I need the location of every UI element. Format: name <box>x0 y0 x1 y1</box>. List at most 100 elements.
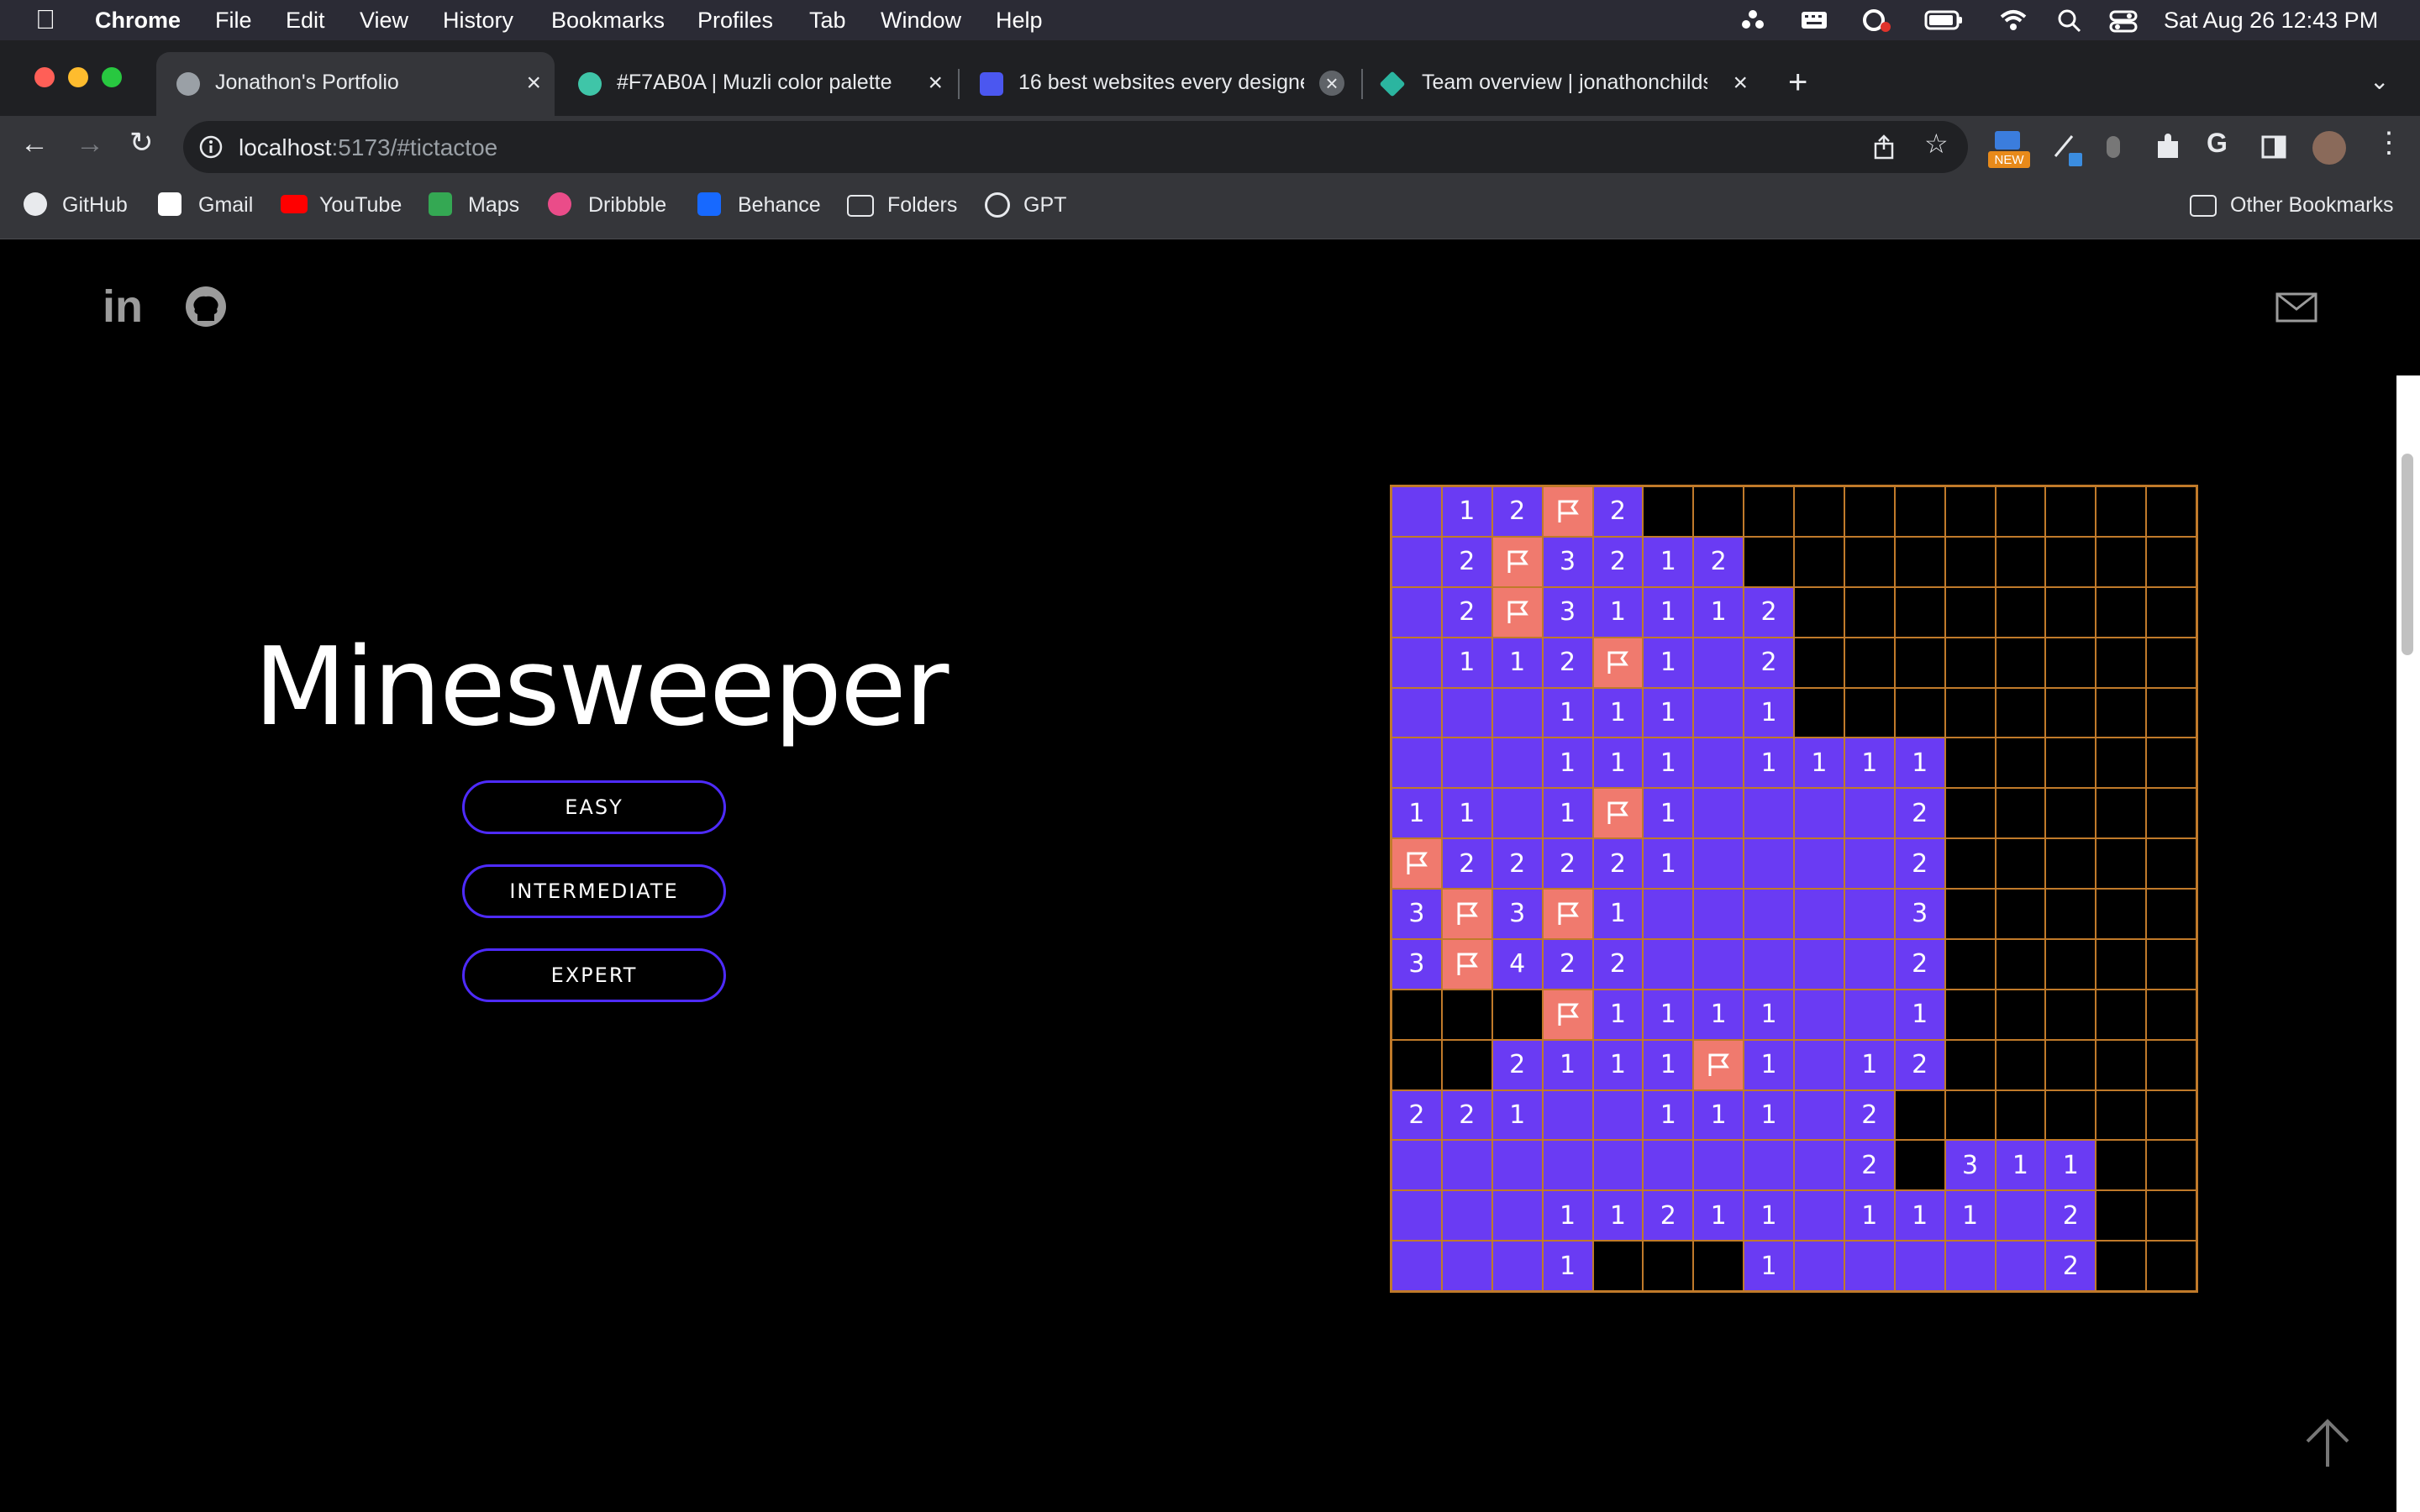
cell-unrevealed[interactable] <box>1744 486 1794 537</box>
cell-revealed[interactable]: 1 <box>1643 687 1694 738</box>
side-panel-icon[interactable] <box>2260 134 2287 160</box>
cell-unrevealed[interactable] <box>2146 738 2196 789</box>
cell-unrevealed[interactable] <box>1995 788 2046 839</box>
cell-unrevealed[interactable] <box>1995 486 2046 537</box>
cell-revealed[interactable]: 1 <box>1491 637 1543 688</box>
cell-revealed[interactable]: 3 <box>1392 938 1442 990</box>
cell-revealed[interactable]: 1 <box>1592 586 1644 638</box>
tab-muzli-color-palette[interactable]: #F7AB0A | Muzli color palette × <box>558 52 956 116</box>
battery-icon[interactable] <box>1924 8 1963 32</box>
cell-revealed[interactable]: 2 <box>1844 1089 1895 1141</box>
cell-revealed[interactable]: 2 <box>1441 1089 1492 1141</box>
cell-unrevealed[interactable] <box>1693 486 1744 537</box>
menu-tab[interactable]: Tab <box>809 8 846 34</box>
cell-revealed[interactable] <box>1592 1089 1644 1141</box>
cell-revealed[interactable]: 2 <box>1441 838 1492 889</box>
cell-unrevealed[interactable] <box>2045 938 2096 990</box>
cell-unrevealed[interactable] <box>1944 1039 1996 1090</box>
cell-revealed[interactable] <box>1744 938 1794 990</box>
cell-unrevealed[interactable] <box>1844 486 1895 537</box>
cell-unrevealed[interactable] <box>2045 788 2096 839</box>
control-center-icon[interactable] <box>2109 8 2138 34</box>
cell-unrevealed[interactable] <box>1844 536 1895 587</box>
cell-revealed[interactable]: 1 <box>1744 1039 1794 1090</box>
cell-unrevealed[interactable] <box>2096 838 2147 889</box>
cell-unrevealed[interactable] <box>2146 1039 2196 1090</box>
cell-unrevealed[interactable] <box>1944 788 1996 839</box>
cell-flag[interactable] <box>1542 486 1593 537</box>
cell-unrevealed[interactable] <box>1944 637 1996 688</box>
cell-revealed[interactable]: 3 <box>1491 889 1543 939</box>
cell-flag[interactable] <box>1693 1039 1744 1090</box>
cell-unrevealed[interactable] <box>2045 1089 2096 1141</box>
cell-revealed[interactable] <box>1794 1089 1844 1141</box>
cell-revealed[interactable] <box>1392 1140 1442 1191</box>
cell-unrevealed[interactable] <box>2045 738 2096 789</box>
cell-unrevealed[interactable] <box>1894 687 1945 738</box>
cell-revealed[interactable]: 2 <box>1592 536 1644 587</box>
cell-revealed[interactable]: 1 <box>1441 486 1492 537</box>
cell-revealed[interactable]: 1 <box>1491 1089 1543 1141</box>
menu-bookmarks[interactable]: Bookmarks <box>551 8 665 34</box>
cell-revealed[interactable] <box>1693 637 1744 688</box>
cell-unrevealed[interactable] <box>2096 1089 2147 1141</box>
dropbox-icon[interactable] <box>1739 8 1766 32</box>
cell-revealed[interactable] <box>1392 1190 1442 1242</box>
cell-unrevealed[interactable] <box>1995 738 2046 789</box>
menu-profiles[interactable]: Profiles <box>697 8 773 34</box>
cell-unrevealed[interactable] <box>2146 838 2196 889</box>
cell-revealed[interactable]: 2 <box>1542 938 1593 990</box>
forward-arrow-icon[interactable]: → <box>76 128 104 160</box>
tab-close-icon[interactable]: × <box>1733 69 1748 97</box>
other-bookmarks[interactable]: Other Bookmarks <box>2230 193 2394 218</box>
cell-revealed[interactable]: 2 <box>1844 1140 1895 1191</box>
menu-window[interactable]: Window <box>881 8 961 34</box>
cell-flag[interactable] <box>1441 889 1492 939</box>
tab-search-chevron-icon[interactable]: ⌄ <box>2370 67 2389 95</box>
cell-revealed[interactable] <box>1643 938 1694 990</box>
cell-unrevealed[interactable] <box>2146 486 2196 537</box>
cell-unrevealed[interactable] <box>1844 637 1895 688</box>
cell-unrevealed[interactable] <box>1944 486 1996 537</box>
cell-unrevealed[interactable] <box>1944 536 1996 587</box>
expert-button[interactable]: EXPERT <box>462 948 726 1002</box>
cell-unrevealed[interactable] <box>1995 1039 2046 1090</box>
tab-close-icon[interactable]: × <box>928 69 943 97</box>
cell-revealed[interactable]: 2 <box>2045 1241 2096 1291</box>
bookmark-gmail[interactable]: Gmail <box>198 193 253 218</box>
cell-revealed[interactable] <box>1794 838 1844 889</box>
cell-revealed[interactable] <box>1643 889 1694 939</box>
linkedin-icon[interactable]: in <box>103 281 143 333</box>
cell-revealed[interactable] <box>1441 687 1492 738</box>
cell-revealed[interactable]: 2 <box>2045 1190 2096 1242</box>
window-close-button[interactable] <box>34 67 55 87</box>
cell-unrevealed[interactable] <box>1995 889 2046 939</box>
tab-close-icon[interactable]: × <box>526 69 541 97</box>
cell-unrevealed[interactable] <box>1944 989 1996 1040</box>
cell-revealed[interactable] <box>1542 1140 1593 1191</box>
cell-revealed[interactable]: 3 <box>1542 586 1593 638</box>
cell-unrevealed[interactable] <box>2045 889 2096 939</box>
bookmark-gpt[interactable]: GPT <box>1023 193 1066 218</box>
cell-revealed[interactable]: 2 <box>1592 938 1644 990</box>
easy-button[interactable]: EASY <box>462 780 726 834</box>
cell-revealed[interactable] <box>1794 1140 1844 1191</box>
cell-revealed[interactable] <box>1441 1241 1492 1291</box>
cell-revealed[interactable] <box>1693 1140 1744 1191</box>
apple-menu-icon[interactable]:  <box>35 4 55 35</box>
keyboard-icon[interactable] <box>1800 8 1828 32</box>
cell-revealed[interactable]: 1 <box>1643 637 1694 688</box>
cell-revealed[interactable]: 3 <box>1542 536 1593 587</box>
cell-unrevealed[interactable] <box>1944 1089 1996 1141</box>
cell-revealed[interactable]: 1 <box>1592 989 1644 1040</box>
cell-revealed[interactable]: 1 <box>1441 788 1492 839</box>
cell-revealed[interactable] <box>1491 687 1543 738</box>
cell-revealed[interactable] <box>1844 838 1895 889</box>
cell-unrevealed[interactable] <box>2146 889 2196 939</box>
google-icon[interactable]: G <box>2207 128 2228 159</box>
new-tab-plus-icon[interactable]: + <box>1788 64 1807 102</box>
cell-unrevealed[interactable] <box>1794 687 1844 738</box>
cell-revealed[interactable] <box>1693 788 1744 839</box>
cell-revealed[interactable] <box>1794 788 1844 839</box>
share-icon[interactable] <box>1872 134 1896 160</box>
